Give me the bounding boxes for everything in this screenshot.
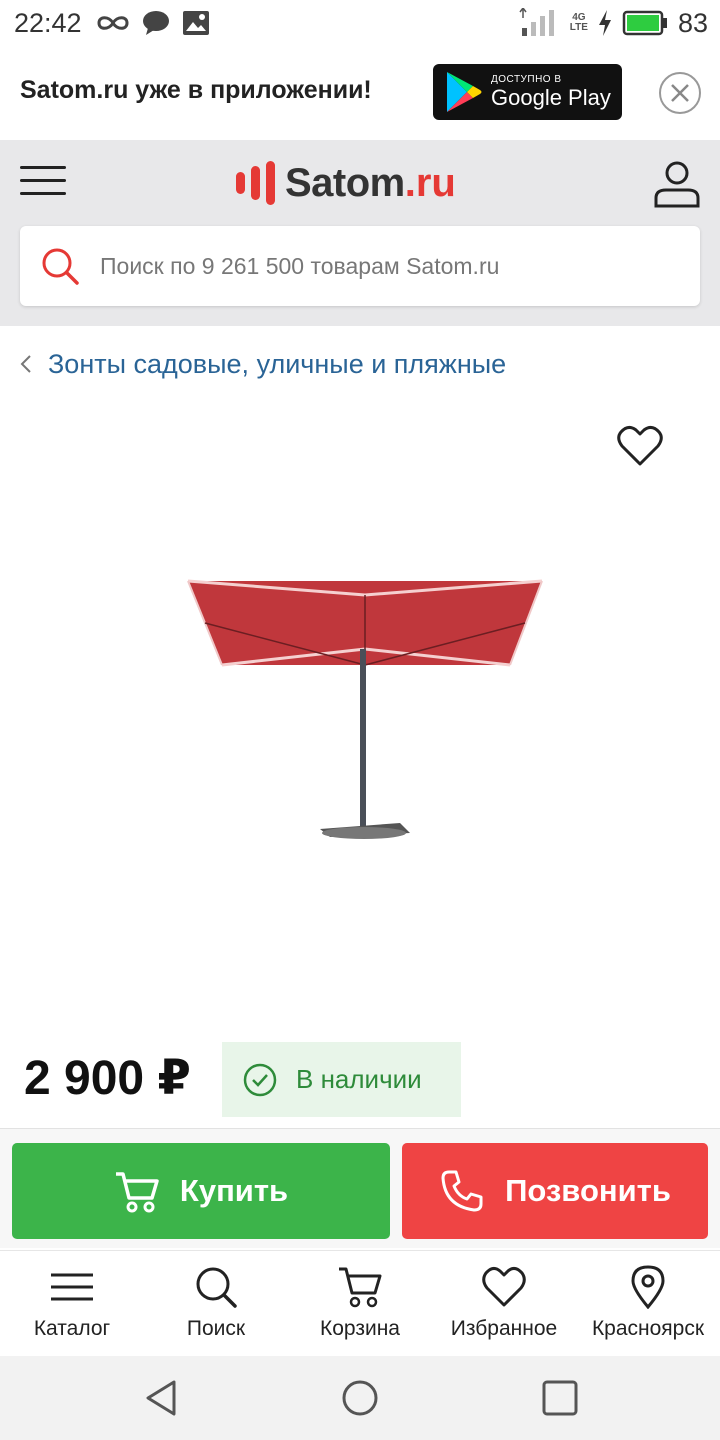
phone-icon <box>441 1170 483 1212</box>
nav-label-catalog: Каталог <box>33 1317 111 1340</box>
menu-line <box>20 166 66 169</box>
infinity-icon <box>97 16 129 30</box>
search-input[interactable] <box>100 252 660 280</box>
menu-button[interactable] <box>20 166 66 200</box>
breadcrumb[interactable]: Зонты садовые, уличные и пляжные <box>18 344 506 384</box>
stock-status-badge: В наличии <box>222 1042 461 1117</box>
image-icon <box>182 11 209 35</box>
call-button-label: Позвонить <box>505 1173 671 1208</box>
chat-icon <box>142 11 169 35</box>
app-banner: Satom.ru уже в приложении! ДОСТУПНО В Go… <box>0 46 720 140</box>
logo-tld: .ru <box>404 160 456 205</box>
charging-icon <box>598 10 611 36</box>
site-header: Satom .ru <box>0 140 720 326</box>
logo-bars-icon <box>236 161 275 205</box>
site-logo[interactable]: Satom .ru <box>236 158 456 208</box>
location-pin-icon <box>631 1265 665 1309</box>
close-icon <box>671 84 689 102</box>
nav-search[interactable]: Поиск <box>144 1251 288 1356</box>
logo-name: Satom <box>285 160 405 205</box>
network-indicator: 4G LTE <box>569 12 588 33</box>
stock-status-text: В наличии <box>296 1064 422 1094</box>
google-play-icon <box>447 72 482 112</box>
signal-icon <box>519 8 554 36</box>
battery-level: 83 <box>677 7 708 38</box>
google-play-label: Google Play <box>491 85 611 110</box>
status-bar: 22:42 4G LTE 83 <box>0 0 720 46</box>
close-banner-button[interactable] <box>659 72 701 114</box>
back-icon[interactable] <box>142 1378 182 1418</box>
nav-label-search: Поиск <box>186 1317 246 1340</box>
favorite-heart-icon[interactable] <box>616 424 664 468</box>
breadcrumb-category-link[interactable]: Зонты садовые, уличные и пляжные <box>48 349 506 380</box>
status-time: 22:42 <box>14 7 82 38</box>
nav-label-favorites: Избранное <box>450 1317 558 1340</box>
nav-label-cart: Корзина <box>320 1317 400 1340</box>
battery-icon <box>622 10 667 36</box>
call-button[interactable]: Позвонить <box>402 1143 708 1239</box>
search-icon <box>42 248 79 285</box>
product-image[interactable] <box>170 545 600 905</box>
google-play-button[interactable]: ДОСТУПНО В Google Play <box>433 64 622 120</box>
chevron-left-icon <box>20 355 31 373</box>
user-icon[interactable] <box>652 160 702 208</box>
home-icon[interactable] <box>340 1378 380 1418</box>
heart-icon <box>482 1266 526 1307</box>
buy-button[interactable]: Купить <box>12 1143 390 1239</box>
bottom-nav: Каталог Поиск Корзина Избранное Краснояр… <box>0 1250 720 1356</box>
nav-catalog[interactable]: Каталог <box>0 1251 144 1356</box>
app-banner-text: Satom.ru уже в приложении! <box>20 76 372 104</box>
action-bar: Купить Позвонить <box>0 1128 720 1248</box>
search-bar[interactable] <box>20 226 700 306</box>
menu-icon <box>51 1273 93 1301</box>
umbrella-pole <box>360 649 366 829</box>
menu-line <box>20 192 66 195</box>
menu-line <box>20 179 66 182</box>
recents-icon[interactable] <box>540 1378 580 1418</box>
check-circle-icon <box>243 1063 277 1096</box>
cart-icon <box>339 1267 382 1308</box>
system-nav-bar <box>0 1356 720 1440</box>
nav-cart[interactable]: Корзина <box>288 1251 432 1356</box>
nav-location[interactable]: Красноярск <box>576 1251 720 1356</box>
nav-label-location: Красноярск <box>591 1317 705 1340</box>
buy-button-label: Купить <box>179 1173 289 1208</box>
cart-icon <box>115 1172 159 1213</box>
product-price: 2 900 ₽ <box>24 1052 191 1105</box>
search-icon <box>196 1267 237 1308</box>
nav-favorites[interactable]: Избранное <box>432 1251 576 1356</box>
